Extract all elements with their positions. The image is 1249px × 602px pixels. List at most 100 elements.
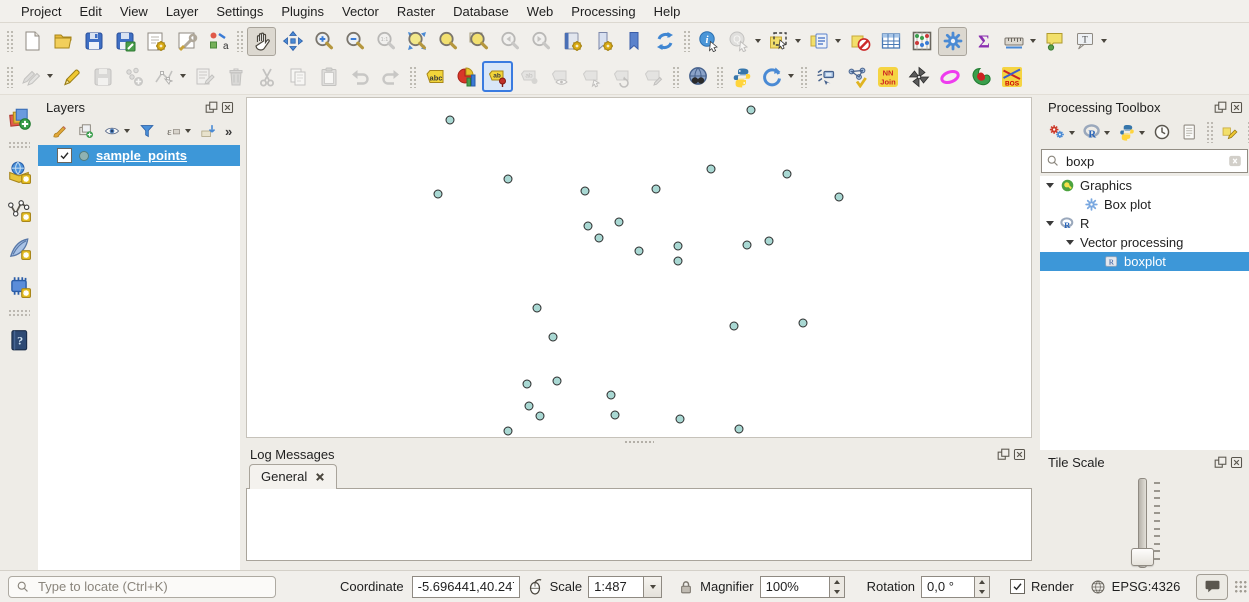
float-panel-icon[interactable]	[1214, 101, 1227, 114]
start-algorithm-icon[interactable]	[1045, 120, 1077, 144]
python-scripts-icon[interactable]	[1115, 120, 1147, 144]
tree-item-vector-processing[interactable]: Vector processing	[1040, 233, 1249, 252]
tab-close-icon[interactable]	[315, 472, 325, 482]
dropdown-caret-icon[interactable]	[835, 39, 841, 43]
rotation-input[interactable]	[921, 576, 975, 598]
layout-manager-icon[interactable]	[172, 27, 201, 56]
rotation-spinner[interactable]	[921, 576, 990, 598]
history-clock-icon[interactable]	[1150, 120, 1174, 144]
map-tips-icon[interactable]	[1040, 27, 1069, 56]
splitter-handle[interactable]	[624, 440, 654, 445]
measure-icon[interactable]	[1000, 27, 1038, 56]
layer-labeling-icon[interactable]: abc	[420, 62, 449, 91]
tree-item-graphics[interactable]: Graphics	[1040, 176, 1249, 195]
clear-search-icon[interactable]	[1227, 153, 1243, 169]
spinner-buttons[interactable]	[830, 576, 845, 598]
locator-box[interactable]	[8, 576, 276, 598]
messages-button[interactable]	[1196, 574, 1228, 600]
dropdown-caret-icon[interactable]	[47, 74, 53, 78]
zoom-full-icon[interactable]	[402, 27, 431, 56]
save-project-as-icon[interactable]	[110, 27, 139, 56]
open-project-icon[interactable]	[48, 27, 77, 56]
select-by-value-icon[interactable]	[805, 27, 843, 56]
float-panel-icon[interactable]	[997, 448, 1010, 461]
close-panel-icon[interactable]	[221, 101, 234, 114]
statistical-summary-icon[interactable]	[907, 27, 936, 56]
close-panel-icon[interactable]	[1013, 448, 1026, 461]
map-canvas[interactable]	[246, 97, 1032, 438]
layer-diagram-icon[interactable]	[451, 62, 480, 91]
coordinate-capture-icon[interactable]	[811, 62, 840, 91]
dropdown-caret-icon[interactable]	[795, 39, 801, 43]
geometry-checker-icon[interactable]	[842, 62, 871, 91]
dropdown-caret-icon[interactable]	[755, 39, 761, 43]
r-scripts-icon[interactable]: R	[1080, 120, 1112, 144]
mouse-tracking-icon[interactable]	[526, 578, 544, 596]
magnifier-input[interactable]	[760, 576, 830, 598]
menu-settings[interactable]: Settings	[207, 2, 272, 21]
python-console-icon[interactable]	[727, 62, 756, 91]
shape-tools-icon[interactable]	[904, 62, 933, 91]
show-spatial-bookmarks-icon[interactable]	[588, 27, 617, 56]
menu-edit[interactable]: Edit	[70, 2, 110, 21]
remove-layer-icon[interactable]	[197, 120, 219, 142]
scale-combo[interactable]	[588, 576, 662, 598]
pan-to-selection-icon[interactable]	[278, 27, 307, 56]
menu-layer[interactable]: Layer	[157, 2, 208, 21]
dropdown-caret-icon[interactable]	[1030, 39, 1036, 43]
data-source-manager-icon[interactable]	[5, 103, 34, 132]
dropdown-caret-icon[interactable]	[1104, 131, 1110, 135]
ellipse-plugin-icon[interactable]	[935, 62, 964, 91]
close-panel-icon[interactable]	[1230, 101, 1243, 114]
new-shapefile-layer-icon[interactable]	[5, 195, 34, 224]
expander-icon[interactable]	[1046, 183, 1054, 188]
manage-map-themes-icon[interactable]	[101, 120, 132, 142]
menu-raster[interactable]: Raster	[388, 2, 444, 21]
menu-vector[interactable]: Vector	[333, 2, 388, 21]
zoom-in-icon[interactable]	[309, 27, 338, 56]
dropdown-caret-icon[interactable]	[185, 129, 191, 133]
filter-by-expression-icon[interactable]: ε	[162, 120, 193, 142]
menu-plugins[interactable]: Plugins	[272, 2, 333, 21]
nn-join-icon[interactable]: NNJoin	[873, 62, 902, 91]
processing-toolbox-icon[interactable]	[938, 27, 967, 56]
new-geopackage-layer-icon[interactable]	[5, 233, 34, 262]
layer-row-sample-points[interactable]: sample_points	[38, 145, 240, 166]
open-attribute-table-icon[interactable]	[876, 27, 905, 56]
expander-icon[interactable]	[1066, 240, 1074, 245]
zoom-to-selection-icon[interactable]	[433, 27, 462, 56]
menu-database[interactable]: Database	[444, 2, 518, 21]
spinner-buttons[interactable]	[975, 576, 990, 598]
identify-features-icon[interactable]: i	[694, 27, 723, 56]
layers-overflow-button[interactable]: »	[225, 124, 234, 139]
add-group-icon[interactable]	[75, 120, 97, 142]
menu-help[interactable]: Help	[645, 2, 690, 21]
add-vector-layer-icon[interactable]	[5, 157, 34, 186]
tile-scale-slider[interactable]	[1040, 472, 1249, 570]
style-manager-icon[interactable]: a	[203, 27, 232, 56]
crs-globe-icon[interactable]	[1090, 579, 1106, 595]
metasearch-icon[interactable]	[683, 62, 712, 91]
tree-item-boxplot[interactable]: Rboxplot	[1040, 252, 1249, 271]
menu-processing[interactable]: Processing	[562, 2, 644, 21]
new-print-layout-icon[interactable]	[141, 27, 170, 56]
dropdown-caret-icon[interactable]	[1069, 131, 1075, 135]
magnifier-spinner[interactable]	[760, 576, 845, 598]
float-panel-icon[interactable]	[205, 101, 218, 114]
select-features-icon[interactable]	[765, 27, 803, 56]
add-mesh-layer-icon[interactable]	[5, 271, 34, 300]
float-panel-icon[interactable]	[1214, 456, 1227, 469]
pin-labels-icon[interactable]: ab	[482, 61, 513, 92]
slider-handle[interactable]	[1131, 548, 1154, 566]
locator-input[interactable]	[36, 578, 268, 595]
processing-history-icon[interactable]	[758, 62, 796, 91]
zoom-out-icon[interactable]	[340, 27, 369, 56]
filter-legend-icon[interactable]	[136, 120, 158, 142]
dropdown-caret-icon[interactable]	[124, 129, 130, 133]
refresh-icon[interactable]	[650, 27, 679, 56]
dropdown-caret-icon[interactable]	[1139, 131, 1145, 135]
menu-project[interactable]: Project	[12, 2, 70, 21]
new-project-icon[interactable]	[17, 27, 46, 56]
dropdown-caret-icon[interactable]	[788, 74, 794, 78]
scale-dropdown-button[interactable]	[644, 576, 662, 598]
